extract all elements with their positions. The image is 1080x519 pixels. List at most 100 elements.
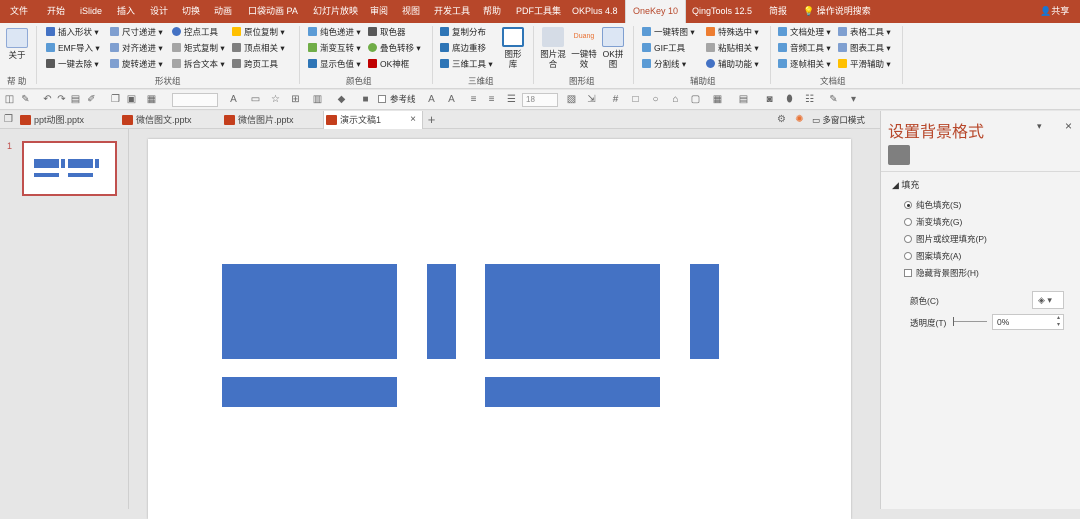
color-picker-button[interactable]: ◈ ▾ xyxy=(1032,291,1064,309)
copy-doc-icon[interactable]: ❐ xyxy=(3,114,14,125)
rotate-progressive-button[interactable]: 旋转递进 ▾ xyxy=(110,58,163,71)
image-icon[interactable]: ▥ xyxy=(312,94,323,105)
tab-insert[interactable]: 插入 xyxy=(117,0,135,23)
slide-canvas[interactable] xyxy=(148,139,851,519)
pane-options-icon[interactable]: ▾ xyxy=(1037,121,1042,132)
outline-icon[interactable]: ▢ xyxy=(690,94,701,105)
cross-page-tool-button[interactable]: 跨页工具 xyxy=(232,58,278,71)
transparency-input[interactable]: 0% ▴ ▾ xyxy=(992,314,1064,330)
rectangle-shape[interactable] xyxy=(485,264,660,359)
tell-me-search[interactable]: 💡 操作说明搜索 xyxy=(803,0,871,23)
spinner-icon[interactable]: ▴ ▾ xyxy=(1057,315,1060,329)
crop-icon[interactable]: ⊞ xyxy=(290,94,301,105)
gear-icon[interactable]: ✺ xyxy=(794,114,805,125)
font-size-combo[interactable]: 18 xyxy=(522,93,558,107)
tab-view[interactable]: 视图 xyxy=(402,0,420,23)
circle-icon[interactable]: ○ xyxy=(650,94,661,105)
one-click-effect-button[interactable]: Duang 一键特效 xyxy=(570,27,598,69)
fill-bucket-icon[interactable] xyxy=(888,145,910,165)
slider-thumb[interactable] xyxy=(953,317,954,326)
share-button[interactable]: 👤共享 xyxy=(1040,0,1069,23)
show-color-value-button[interactable]: 显示色值 ▾ xyxy=(308,58,361,71)
chart-tool-button[interactable]: 图表工具 ▾ xyxy=(838,42,891,55)
about-button[interactable]: 关于 xyxy=(4,28,30,60)
align-progressive-button[interactable]: 对齐递进 ▾ xyxy=(110,42,163,55)
overlay-transfer-button[interactable]: 叠色转移 ▾ xyxy=(368,42,421,55)
picture-fill-radio[interactable]: 图片或纹理填充(P) xyxy=(904,233,987,245)
tab-help[interactable]: 帮助 xyxy=(483,0,501,23)
tab-slideshow[interactable]: 幻灯片放映 xyxy=(313,0,358,23)
reference-line-toggle[interactable]: 参考线 xyxy=(378,93,416,106)
font-color-icon[interactable]: A xyxy=(228,94,239,105)
doc-tab[interactable]: 微信图片.pptx xyxy=(222,111,322,129)
save-icon[interactable]: ▭ xyxy=(250,94,261,105)
one-click-remove-button[interactable]: 一键去除 ▾ xyxy=(46,58,99,71)
tab-transitions[interactable]: 切换 xyxy=(182,0,200,23)
one-click-convert-button[interactable]: 一键转图 ▾ xyxy=(642,26,695,39)
doc-tab[interactable]: ppt动图.pptx xyxy=(18,111,118,129)
rectangle-shape[interactable] xyxy=(427,264,456,359)
solid-fill-radio[interactable]: 纯色填充(S) xyxy=(904,199,961,211)
paste-icon[interactable]: ▣ xyxy=(126,94,137,105)
tab-design[interactable]: 设计 xyxy=(150,0,168,23)
gradient-convert-button[interactable]: 渐变互转 ▾ xyxy=(308,42,361,55)
tab-home[interactable]: 开始 xyxy=(47,0,65,23)
list-icon[interactable]: ☷ xyxy=(804,94,815,105)
font-shrink-icon[interactable]: A xyxy=(446,94,457,105)
gif-tool-button[interactable]: GIF工具 xyxy=(642,42,685,55)
tab-file[interactable]: 文件 xyxy=(10,0,28,23)
tab-review[interactable]: 审阅 xyxy=(370,0,388,23)
rectangle-shape[interactable] xyxy=(222,264,397,359)
frame-related-button[interactable]: 逐帧相关 ▾ xyxy=(778,58,831,71)
tab-pdf-tools[interactable]: PDF工具集 xyxy=(516,0,561,23)
gradient-fill-radio[interactable]: 渐变填充(G) xyxy=(904,216,962,228)
3d-tool-button[interactable]: 三维工具 ▾ xyxy=(440,58,493,71)
rectangle-shape[interactable] xyxy=(222,377,397,407)
paste-related-button[interactable]: 粘贴相关 ▾ xyxy=(706,42,759,55)
tab-onekey[interactable]: OneKey 10 xyxy=(625,0,687,23)
shape-fill-icon[interactable]: ■ xyxy=(360,94,371,105)
graphic-library-button[interactable]: 图形库 xyxy=(501,27,525,69)
tab-okplus[interactable]: OKPlus 4.8 xyxy=(572,0,618,23)
font-name-combo[interactable] xyxy=(172,93,218,107)
pattern-fill-radio[interactable]: 图案填充(A) xyxy=(904,250,961,262)
vertex-button[interactable]: 顶点相关 ▾ xyxy=(232,42,285,55)
tab-qingtools[interactable]: QingTools 12.5 xyxy=(692,0,752,23)
transform-icon[interactable]: ⇲ xyxy=(586,94,597,105)
undo-icon[interactable]: ↶ xyxy=(42,94,53,105)
group-icon[interactable]: ⌂ xyxy=(670,94,681,105)
ok-frame-button[interactable]: OK神框 xyxy=(368,58,409,71)
settings-icon[interactable]: ⚙ xyxy=(776,114,787,125)
tab-brief[interactable]: 简报 xyxy=(769,0,787,23)
special-select-button[interactable]: 特殊选中 ▾ xyxy=(706,26,759,39)
close-icon[interactable]: × xyxy=(1065,119,1072,133)
hash-icon[interactable]: # xyxy=(610,94,621,105)
hide-background-checkbox[interactable]: 隐藏背景图形(H) xyxy=(904,267,979,279)
rectangle-shape[interactable] xyxy=(485,377,660,407)
copy-distribute-button[interactable]: 复制分布 xyxy=(440,26,486,39)
align-left-icon[interactable]: ≡ xyxy=(468,94,479,105)
new-tab-icon[interactable]: + xyxy=(426,113,437,126)
tab-developer[interactable]: 开发工具 xyxy=(434,0,470,23)
redo-icon[interactable]: ↷ xyxy=(56,94,67,105)
smooth-assist-button[interactable]: 平滑辅助 ▾ xyxy=(838,58,891,71)
font-grow-icon[interactable]: A xyxy=(426,94,437,105)
slide-thumbnail[interactable] xyxy=(22,141,117,196)
bullets-icon[interactable]: ☰ xyxy=(506,94,517,105)
fill-section-header[interactable]: ◢ 填充 xyxy=(892,178,919,191)
image-blend-button[interactable]: 图片混合 xyxy=(539,27,567,69)
solid-progressive-button[interactable]: 纯色递进 ▾ xyxy=(308,26,361,39)
doc-tab-active[interactable]: 演示文稿1 × xyxy=(323,111,423,129)
bottom-edge-button[interactable]: 底边重移 xyxy=(440,42,486,55)
assist-function-button[interactable]: 辅助功能 ▾ xyxy=(706,58,759,71)
ok-puzzle-button[interactable]: OK拼图 xyxy=(601,27,625,69)
more-icon[interactable]: ▾ xyxy=(848,94,859,105)
pen-icon[interactable]: ✎ xyxy=(20,94,31,105)
star-icon[interactable]: ☆ xyxy=(270,94,281,105)
copy-icon[interactable]: ❐ xyxy=(110,94,121,105)
insert-shape-button[interactable]: 插入形状 ▾ xyxy=(46,26,99,39)
capsule-icon[interactable]: ⬮ xyxy=(784,94,795,105)
tab-pocket-animation[interactable]: 口袋动画 PA xyxy=(248,0,298,23)
handle-tool-button[interactable]: 控点工具 xyxy=(172,26,218,39)
matrix-copy-button[interactable]: 矩式复制 ▾ xyxy=(172,42,225,55)
